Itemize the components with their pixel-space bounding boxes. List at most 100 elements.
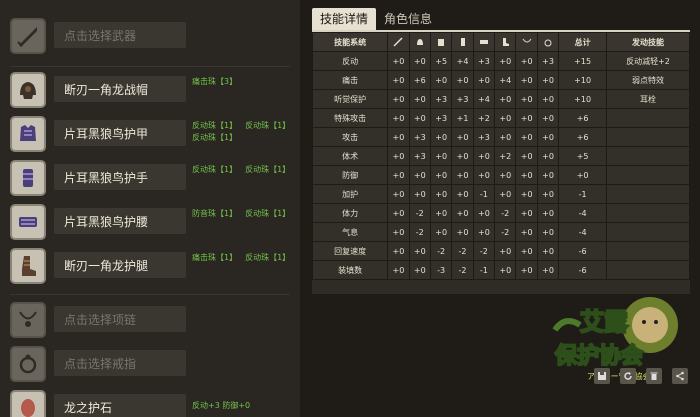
refresh-icon (624, 372, 632, 380)
skill-table: 技能系统 总计 发动技能 反动 +0 +0 +5 +4 +3 +0 +0 +3 +15 反动减轻+2… (311, 32, 690, 280)
arm-icon (451, 32, 474, 52)
skill-point: +0 (408, 89, 431, 109)
chest-icon (429, 32, 453, 52)
skill-point: +0 (494, 51, 517, 71)
active-skill: 弱点特效 (606, 70, 690, 90)
weapon-icon (10, 18, 46, 54)
skill-total: -4 (558, 203, 608, 223)
skill-name: 体力 (311, 203, 389, 223)
table-row: 回复速度 +0 +0 -2 -2 -2 +0 +0 +0 -6 (311, 241, 690, 261)
skill-point: +0 (515, 146, 538, 166)
skill-point: +0 (494, 89, 517, 109)
charm-icon (10, 390, 46, 417)
skill-point: +3 (429, 89, 453, 109)
leg-name[interactable]: 断刃一角龙护腿 (54, 252, 186, 278)
leg-slot[interactable]: 断刃一角龙护腿 痛击珠【1】 反动珠【1】 (0, 248, 300, 288)
skill-point: -2 (429, 241, 453, 261)
skill-point: +0 (515, 165, 538, 185)
skill-point: +0 (387, 222, 410, 242)
skill-point: +0 (494, 184, 517, 204)
skill-point: +0 (387, 260, 410, 280)
skill-point: +0 (408, 165, 431, 185)
skill-point: +3 (472, 51, 496, 71)
charm-slot[interactable]: 龙之护石 反动+3 防御+0 (0, 390, 300, 417)
ring-select[interactable]: 点击选择戒指 (54, 350, 186, 376)
tab-skill-details[interactable]: 技能详情 (312, 8, 377, 30)
skill-name: 回复速度 (311, 241, 389, 261)
skill-point: +4 (494, 70, 517, 90)
skill-point: +0 (494, 260, 517, 280)
skill-point: +0 (387, 165, 410, 185)
skill-point: -2 (451, 241, 474, 261)
active-skill (606, 260, 690, 280)
weapon-select[interactable]: 点击选择武器 (54, 22, 186, 48)
ring-slot[interactable]: 点击选择戒指 (0, 346, 300, 386)
skill-point: +5 (429, 51, 453, 71)
skill-point: +0 (515, 222, 538, 242)
skill-point: +3 (472, 127, 496, 147)
ring-icon (536, 32, 560, 52)
chest-skills: 反动珠【1】 反动珠【1】反动珠【1】 (192, 121, 291, 142)
skill-point: +0 (536, 108, 560, 128)
skill-point: +0 (451, 127, 474, 147)
helmet-slot[interactable]: 断刃一角龙战帽 痛击珠【3】 (0, 72, 300, 112)
chest-name[interactable]: 片耳黑狼鸟护甲 (54, 120, 186, 146)
charm-name[interactable]: 龙之护石 (54, 394, 186, 417)
save-button[interactable] (594, 368, 610, 384)
skill-point: +0 (429, 70, 453, 90)
table-row: 体术 +0 +3 +0 +0 +0 +2 +0 +0 +5 (311, 146, 690, 166)
share-button[interactable] (672, 368, 688, 384)
delete-button[interactable] (646, 368, 662, 384)
divider (10, 294, 290, 295)
table-body: 反动 +0 +0 +5 +4 +3 +0 +0 +3 +15 反动减轻+2 痛击 +0 +6 +0 +0 +0 +… (311, 51, 690, 280)
leg-icon (10, 248, 46, 284)
skill-name: 气息 (311, 222, 389, 242)
necklace-select[interactable]: 点击选择项链 (54, 306, 186, 332)
skill-name: 听觉保护 (311, 89, 389, 109)
active-skill (606, 127, 690, 147)
skill-point: +4 (451, 51, 474, 71)
necklace-slot[interactable]: 点击选择项链 (0, 302, 300, 342)
skill-point: +0 (429, 127, 453, 147)
skill-point: +0 (536, 241, 560, 261)
active-skill (606, 203, 690, 223)
tab-bar: 技能详情 角色信息 (312, 8, 440, 30)
helmet-name[interactable]: 断刃一角龙战帽 (54, 76, 186, 102)
skill-point: +0 (536, 203, 560, 223)
table-row: 体力 +0 -2 +0 +0 +0 -2 +0 +0 -4 (311, 203, 690, 223)
arm-slot[interactable]: 片耳黑狼鸟护手 反动珠【1】 反动珠【1】 (0, 160, 300, 200)
skill-point: +0 (515, 89, 538, 109)
table-row: 气息 +0 -2 +0 +0 +0 -2 +0 +0 -4 (311, 222, 690, 242)
arm-name[interactable]: 片耳黑狼鸟护手 (54, 164, 186, 190)
weapon-slot[interactable]: 点击选择武器 (0, 18, 300, 58)
helmet-icon (408, 32, 431, 52)
refresh-button[interactable] (620, 368, 636, 384)
table-header: 技能系统 总计 发动技能 (311, 32, 690, 52)
chest-slot[interactable]: 片耳黑狼鸟护甲 反动珠【1】 反动珠【1】反动珠【1】 (0, 116, 300, 156)
skill-point: +0 (387, 108, 410, 128)
skill-point: +0 (515, 203, 538, 223)
skill-point: -2 (408, 222, 431, 242)
waist-name[interactable]: 片耳黑狼鸟护腰 (54, 208, 186, 234)
active-skill (606, 165, 690, 185)
skill-point: +0 (387, 51, 410, 71)
save-icon (598, 372, 606, 380)
table-row: 痛击 +0 +6 +0 +0 +0 +4 +0 +0 +10 弱点特效 (311, 70, 690, 90)
skill-total: +10 (558, 89, 608, 109)
skill-point: +0 (429, 184, 453, 204)
skill-point: +0 (408, 260, 431, 280)
skill-name: 装填数 (311, 260, 389, 280)
skill-point: +0 (429, 203, 453, 223)
skill-point: +0 (451, 165, 474, 185)
skill-point: +0 (451, 222, 474, 242)
header-skill: 技能系统 (311, 32, 389, 52)
tab-character-info[interactable]: 角色信息 (376, 8, 440, 30)
waist-slot[interactable]: 片耳黑狼鸟护腰 防音珠【1】 反动珠【1】 (0, 204, 300, 244)
skill-point: -2 (494, 203, 517, 223)
skill-point: +2 (494, 146, 517, 166)
skill-table-panel: 技能系统 总计 发动技能 反动 +0 +0 +5 +4 +3 +0 +0 +3 +15 反动减轻+2… (311, 32, 690, 294)
skill-point: +0 (494, 108, 517, 128)
table-row: 装填数 +0 +0 -3 -2 -1 +0 +0 +0 -6 (311, 260, 690, 280)
active-skill (606, 222, 690, 242)
skill-point: +0 (429, 146, 453, 166)
